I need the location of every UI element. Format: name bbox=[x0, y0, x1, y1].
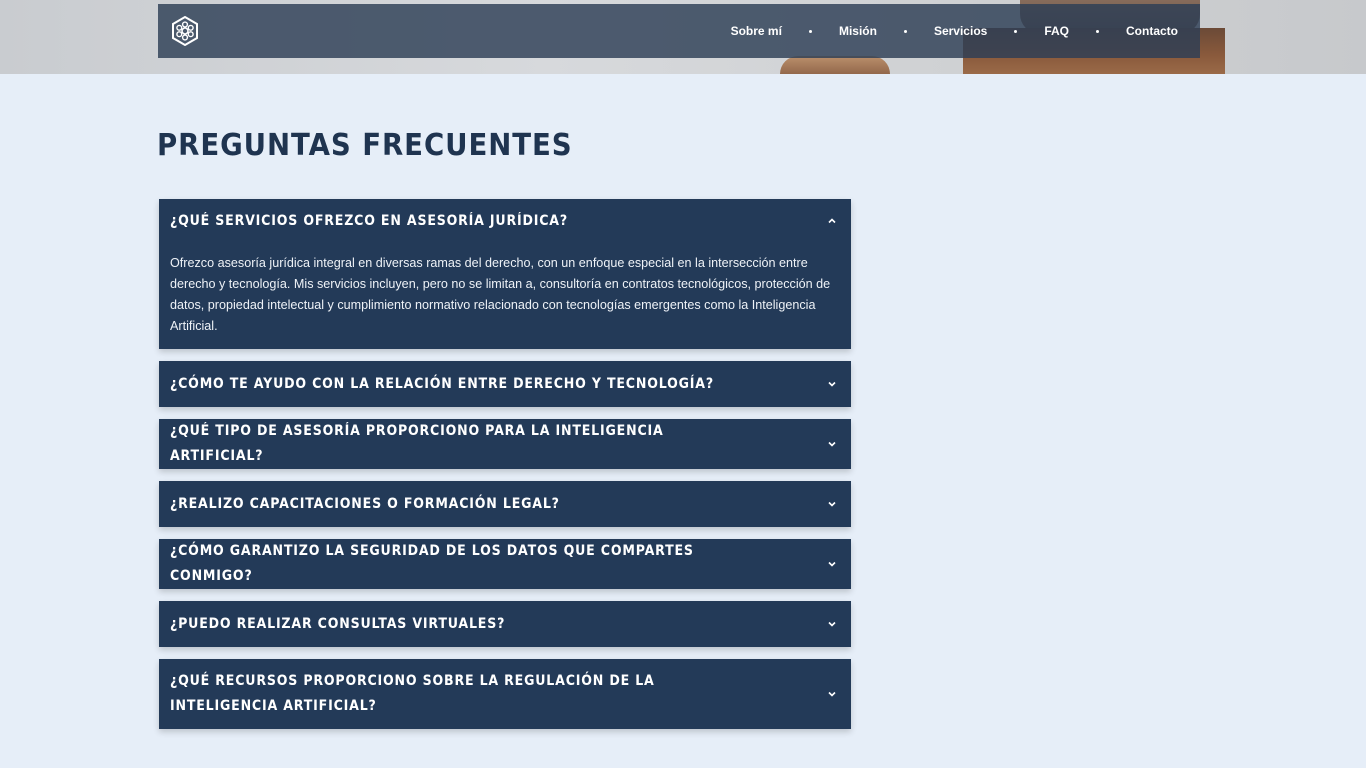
faq-item: ¿Qué servicios ofrezco en asesoría juríd… bbox=[159, 199, 851, 349]
faq-question-toggle[interactable]: ¿Cómo te ayudo con la relación entre der… bbox=[159, 361, 851, 407]
chevron-down-icon bbox=[828, 381, 836, 387]
faq-question: ¿Cómo te ayudo con la relación entre der… bbox=[170, 375, 714, 392]
faq-accordion: ¿Qué servicios ofrezco en asesoría juríd… bbox=[159, 199, 851, 741]
faq-question-toggle[interactable]: ¿Qué tipo de asesoría proporciono para l… bbox=[159, 419, 851, 469]
chevron-down-icon bbox=[828, 561, 836, 567]
nav-link-contacto[interactable]: Contacto bbox=[1126, 24, 1178, 38]
nav-link-servicios[interactable]: Servicios bbox=[934, 24, 987, 38]
nav-menu: Sobre mí Misión Servicios FAQ Contacto bbox=[731, 4, 1178, 58]
faq-question-toggle[interactable]: ¿Cómo garantizo la seguridad de los dato… bbox=[159, 539, 851, 589]
nav-separator bbox=[808, 29, 812, 33]
faq-item: ¿Cómo te ayudo con la relación entre der… bbox=[159, 361, 851, 407]
chevron-down-icon bbox=[828, 501, 836, 507]
nav-separator bbox=[903, 29, 907, 33]
faq-item: ¿Qué tipo de asesoría proporciono para l… bbox=[159, 419, 851, 469]
nav-separator bbox=[1014, 29, 1018, 33]
chevron-down-icon bbox=[828, 621, 836, 627]
nav-link-mision[interactable]: Misión bbox=[839, 24, 877, 38]
faq-item: ¿Cómo garantizo la seguridad de los dato… bbox=[159, 539, 851, 589]
faq-question-toggle[interactable]: ¿Realizo capacitaciones o formación lega… bbox=[159, 481, 851, 527]
faq-question: ¿Cómo garantizo la seguridad de los dato… bbox=[170, 543, 694, 584]
faq-question-toggle[interactable]: ¿Puedo realizar consultas virtuales? bbox=[159, 601, 851, 647]
nav-separator bbox=[1096, 29, 1099, 33]
faq-question: ¿Qué tipo de asesoría proporciono para l… bbox=[170, 423, 664, 464]
faq-question: ¿Realizo capacitaciones o formación lega… bbox=[170, 495, 560, 512]
chevron-down-icon bbox=[828, 691, 836, 697]
faq-item: ¿Realizo capacitaciones o formación lega… bbox=[159, 481, 851, 527]
faq-question: ¿Puedo realizar consultas virtuales? bbox=[170, 615, 506, 632]
nav-link-sobre-mi[interactable]: Sobre mí bbox=[731, 24, 782, 38]
faq-question: ¿Qué servicios ofrezco en asesoría juríd… bbox=[170, 212, 568, 229]
chevron-up-icon bbox=[828, 218, 836, 224]
faq-item: ¿Puedo realizar consultas virtuales? bbox=[159, 601, 851, 647]
faq-question-toggle[interactable]: ¿Qué servicios ofrezco en asesoría juríd… bbox=[159, 199, 851, 243]
faq-title: PREGUNTAS FRECUENTES bbox=[157, 128, 573, 163]
faq-item: ¿Qué recursos proporciono sobre la regul… bbox=[159, 659, 851, 729]
faq-answer: Ofrezco asesoría jurídica integral en di… bbox=[170, 256, 831, 333]
chevron-down-icon bbox=[828, 441, 836, 447]
faq-question-toggle[interactable]: ¿Qué recursos proporciono sobre la regul… bbox=[159, 659, 851, 729]
top-navbar: Sobre mí Misión Servicios FAQ Contacto bbox=[158, 4, 1200, 58]
nav-link-faq[interactable]: FAQ bbox=[1044, 24, 1069, 38]
hero-image-gavel bbox=[780, 56, 890, 74]
faq-question: ¿Qué recursos proporciono sobre la regul… bbox=[170, 673, 655, 714]
logo-icon[interactable] bbox=[171, 15, 199, 47]
